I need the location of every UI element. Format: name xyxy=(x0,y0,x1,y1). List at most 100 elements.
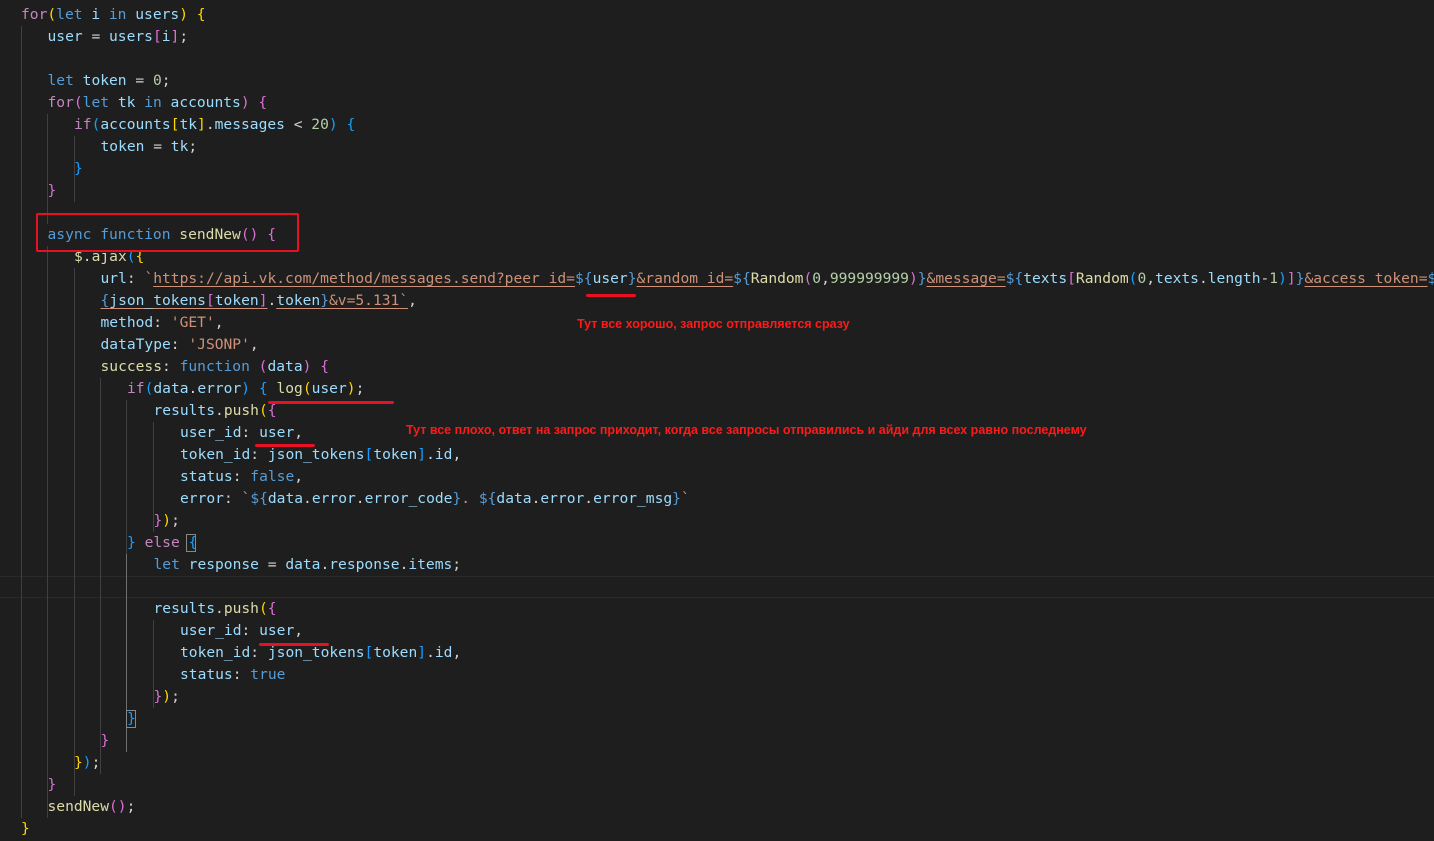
code-token: { xyxy=(100,292,110,309)
code-line[interactable]: results.push({ xyxy=(0,598,1434,620)
code-token: user xyxy=(592,270,628,287)
code-token: . xyxy=(188,380,198,397)
underline-log-user xyxy=(268,401,394,404)
code-token: . xyxy=(205,116,215,133)
code-token: id xyxy=(434,644,453,661)
code-token: { xyxy=(258,380,268,397)
code-token: ` xyxy=(241,490,251,507)
annotation-request-bad: Тут все плохо, ответ на запрос приходит,… xyxy=(406,423,1087,437)
code-token: json_tokens xyxy=(267,644,365,661)
bracket-match-box xyxy=(186,534,196,552)
code-line-text: token = tk; xyxy=(101,136,198,158)
code-line[interactable]: user = users[i]; xyxy=(0,26,1434,48)
code-line[interactable] xyxy=(0,576,1434,598)
code-line[interactable]: } xyxy=(0,180,1434,202)
code-line[interactable]: if(data.error) { log(user); xyxy=(0,378,1434,400)
code-line-text: }); xyxy=(74,752,100,774)
code-token: in xyxy=(144,94,171,111)
code-line[interactable]: for(let i in users) { xyxy=(0,4,1434,26)
code-token: dataType xyxy=(100,336,171,353)
code-token: data xyxy=(267,358,303,375)
code-line-text: url: `https://api.vk.com/method/messages… xyxy=(101,268,1434,290)
code-line[interactable]: }); xyxy=(0,686,1434,708)
code-line[interactable]: } xyxy=(0,708,1434,730)
code-line-text: }); xyxy=(154,686,180,708)
code-token: &random_id= xyxy=(636,270,734,287)
code-line-text: if(accounts[tk].messages < 20) { xyxy=(74,114,355,136)
code-line[interactable]: dataType: 'JSONP', xyxy=(0,334,1434,356)
code-token: json_tokens xyxy=(109,292,206,309)
code-token: . xyxy=(267,292,277,309)
code-line[interactable]: token_id: json_tokens[token].id, xyxy=(0,444,1434,466)
code-line[interactable]: if(accounts[tk].messages < 20) { xyxy=(0,114,1434,136)
code-token: , xyxy=(294,622,304,639)
code-line[interactable]: } xyxy=(0,730,1434,752)
code-line[interactable]: } xyxy=(0,158,1434,180)
code-token: error xyxy=(540,490,585,507)
code-line[interactable]: for(let tk in accounts) { xyxy=(0,92,1434,114)
code-token: = xyxy=(258,556,286,573)
code-token: for xyxy=(47,94,74,111)
code-token: error xyxy=(311,490,356,507)
code-line[interactable]: } else { xyxy=(0,532,1434,554)
code-token: : xyxy=(232,468,251,485)
code-token: ${ xyxy=(574,270,593,287)
code-token: user xyxy=(47,28,83,45)
code-token: } xyxy=(452,490,462,507)
code-token: . xyxy=(426,446,435,463)
code-line[interactable]: }); xyxy=(0,752,1434,774)
code-token: ) xyxy=(241,380,251,397)
code-token: , xyxy=(294,424,304,441)
code-line-text: success: function (data) { xyxy=(101,356,330,378)
code-line[interactable]: status: true xyxy=(0,664,1434,686)
code-token: i xyxy=(91,6,109,23)
indent-guide xyxy=(47,246,48,818)
code-token: = xyxy=(126,72,153,89)
code-token: 0 xyxy=(152,72,162,89)
code-token: } xyxy=(21,820,30,837)
code-line[interactable]: } xyxy=(0,818,1434,840)
code-token: users xyxy=(109,28,153,45)
code-token: json_tokens xyxy=(267,446,365,463)
code-token: } xyxy=(47,182,57,199)
code-line-text: results.push({ xyxy=(154,598,277,620)
code-token: data xyxy=(496,490,532,507)
code-line[interactable]: } xyxy=(0,774,1434,796)
code-line[interactable]: {json_tokens[token].token}&v=5.131`, xyxy=(0,290,1434,312)
code-token: error_code xyxy=(364,490,453,507)
code-line[interactable] xyxy=(0,48,1434,70)
code-line[interactable]: user_id: user, xyxy=(0,620,1434,642)
code-line[interactable]: sendNew(); xyxy=(0,796,1434,818)
code-line-text: if(data.error) { log(user); xyxy=(127,378,364,400)
code-line-text: } xyxy=(21,818,30,840)
code-editor[interactable]: for(let i in users) {user = users[i]; let… xyxy=(0,0,1434,841)
code-token: let xyxy=(82,94,118,111)
code-line[interactable]: status: false, xyxy=(0,466,1434,488)
code-token: else xyxy=(144,534,189,551)
code-token: 'JSONP' xyxy=(188,336,250,353)
code-token: tk xyxy=(170,138,189,155)
code-line[interactable]: token = tk; xyxy=(0,136,1434,158)
code-line[interactable]: results.push({ xyxy=(0,400,1434,422)
code-line[interactable]: let token = 0; xyxy=(0,70,1434,92)
code-line[interactable]: let response = data.response.items; xyxy=(0,554,1434,576)
code-line-text: dataType: 'JSONP', xyxy=(101,334,259,356)
code-token: i xyxy=(161,28,171,45)
code-token: . xyxy=(355,490,365,507)
code-token: . xyxy=(426,644,435,661)
code-line[interactable]: success: function (data) { xyxy=(0,356,1434,378)
code-token: { xyxy=(346,116,356,133)
code-line[interactable]: }); xyxy=(0,510,1434,532)
code-token: method xyxy=(100,314,154,331)
code-line[interactable]: error: `${data.error.error_code}. ${data… xyxy=(0,488,1434,510)
code-token: status xyxy=(180,666,233,683)
code-token: in xyxy=(108,6,136,23)
code-token: data xyxy=(267,490,304,507)
code-line[interactable]: url: `https://api.vk.com/method/messages… xyxy=(0,268,1434,290)
indent-guide xyxy=(74,136,75,202)
code-token: , xyxy=(821,270,830,287)
underline-success-user-id xyxy=(259,643,329,646)
code-line[interactable]: token_id: json_tokens[token].id, xyxy=(0,642,1434,664)
